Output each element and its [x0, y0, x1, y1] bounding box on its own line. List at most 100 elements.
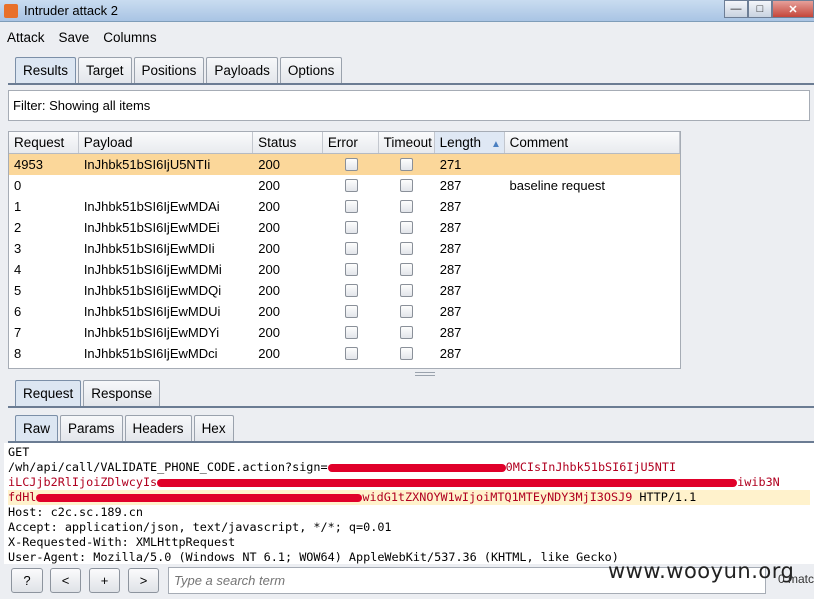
table-row[interactable]: 3 InJhbk51bSI6IjEwMDIi 200 287 — [9, 238, 680, 259]
add-button[interactable]: + — [89, 568, 120, 593]
tab-request[interactable]: Request — [15, 380, 82, 406]
burp-app-icon — [4, 4, 18, 18]
column-payload[interactable]: Payload — [79, 132, 254, 153]
checkbox-icon — [400, 179, 414, 192]
tab-response[interactable]: Response — [83, 380, 161, 406]
checkbox-icon — [400, 242, 414, 255]
next-match-button[interactable]: > — [128, 568, 159, 593]
cell-request: 4 — [14, 262, 22, 277]
sort-ascending-icon: ▲ — [490, 139, 501, 150]
cell-timeout — [379, 196, 435, 217]
cell-timeout — [379, 259, 435, 280]
column-timeout[interactable]: Timeout — [379, 132, 435, 153]
tab-payloads[interactable]: Payloads — [206, 57, 278, 83]
tab-hex[interactable]: Hex — [193, 415, 234, 441]
table-row[interactable]: 0 200 287 baseline request — [9, 175, 680, 196]
cell-status: 200 — [258, 199, 280, 214]
cell-timeout — [379, 301, 435, 322]
help-button[interactable]: ? — [11, 568, 43, 593]
cell-request: 8 — [14, 346, 22, 361]
cell-comment — [505, 154, 680, 175]
close-icon[interactable]: ✕ — [772, 0, 814, 18]
cell-length: 287 — [439, 283, 462, 298]
cell-payload: InJhbk51bSI6IjEwMDQi — [83, 283, 222, 298]
menu-columns[interactable]: Columns — [96, 28, 163, 48]
checkbox-icon — [344, 158, 358, 171]
cell-error — [323, 196, 379, 217]
cell-length: 287 — [439, 304, 462, 319]
cell-comment — [505, 280, 680, 301]
cell-length: 287 — [439, 178, 462, 193]
header-accept: Accept: application/json, text/javascrip… — [8, 520, 392, 534]
previous-match-button[interactable]: < — [50, 568, 81, 593]
menu-attack[interactable]: Attack — [0, 28, 52, 48]
split-pane-handle[interactable] — [415, 372, 435, 376]
cell-status: 200 — [258, 178, 280, 193]
cell-request: 4953 — [14, 157, 43, 172]
cell-error — [323, 175, 379, 196]
checkbox-icon — [400, 326, 414, 339]
tab-params[interactable]: Params — [60, 415, 123, 441]
table-row[interactable]: 4 InJhbk51bSI6IjEwMDMi 200 287 — [9, 259, 680, 280]
menu-save[interactable]: Save — [52, 28, 97, 48]
tab-options[interactable]: Options — [279, 57, 343, 83]
redaction-mark — [36, 493, 363, 502]
maximize-icon[interactable]: □ — [748, 0, 772, 18]
cell-request: 6 — [14, 304, 22, 319]
table-row[interactable]: 1 InJhbk51bSI6IjEwMDAi 200 287 — [9, 196, 680, 217]
cell-status: 200 — [258, 325, 280, 340]
column-comment[interactable]: Comment — [505, 132, 680, 153]
checkbox-icon — [344, 284, 358, 297]
cell-comment — [505, 322, 680, 343]
tab-raw[interactable]: Raw — [15, 415, 59, 441]
results-table: Request Payload Status Error Timeout Len… — [8, 131, 681, 369]
cell-request: 5 — [14, 283, 22, 298]
minimize-icon[interactable]: — — [724, 0, 748, 18]
cell-request: 1 — [14, 199, 22, 214]
cell-status: 200 — [258, 241, 280, 256]
tab-headers[interactable]: Headers — [124, 415, 192, 441]
view-tab-strip: Raw Params Headers Hex — [15, 415, 236, 441]
request-url-line-cont: iLCJjb2RlIjoiZDlwcyIs iwib3N — [8, 475, 810, 490]
cell-comment — [505, 238, 680, 259]
table-row[interactable]: 5 InJhbk51bSI6IjEwMDQi 200 287 — [9, 280, 680, 301]
cell-length: 287 — [439, 346, 462, 361]
table-row[interactable]: 7 InJhbk51bSI6IjEwMDYi 200 287 — [9, 322, 680, 343]
tab-positions[interactable]: Positions — [133, 57, 205, 83]
column-length[interactable]: Length ▲ — [434, 132, 505, 153]
request-url-line-end: fdHl widG1tZXNOYW1wIjoiMTQ1MTEyNDY3MjI3OS… — [8, 490, 810, 505]
column-error[interactable]: Error — [323, 132, 379, 153]
checkbox-icon — [400, 284, 414, 297]
cell-error — [323, 301, 379, 322]
cell-timeout — [379, 217, 435, 238]
cell-payload: InJhbk51bSI6IjEwMDAi — [83, 199, 220, 214]
table-row[interactable]: 6 InJhbk51bSI6IjEwMDUi 200 287 — [9, 301, 680, 322]
main-tab-strip: Results Target Positions Payloads Option… — [15, 57, 344, 83]
checkbox-icon — [344, 179, 358, 192]
cell-length: 271 — [439, 157, 462, 172]
cell-status: 200 — [258, 304, 280, 319]
column-status[interactable]: Status — [253, 132, 323, 153]
menu-bar: Attack Save Columns — [0, 28, 164, 48]
cell-payload: InJhbk51bSI6IjEwMDIi — [83, 241, 215, 256]
table-row[interactable]: 2 InJhbk51bSI6IjEwMDEi 200 287 — [9, 217, 680, 238]
cell-error — [323, 280, 379, 301]
filter-bar[interactable]: Filter: Showing all items — [8, 90, 810, 121]
raw-request-editor[interactable]: GET /wh/api/call/VALIDATE_PHONE_CODE.act… — [4, 443, 814, 564]
cell-error — [323, 343, 379, 364]
tab-results[interactable]: Results — [15, 57, 77, 83]
cell-comment — [505, 259, 680, 280]
cell-timeout — [379, 343, 435, 364]
cell-timeout — [379, 238, 435, 259]
checkbox-icon — [400, 221, 414, 234]
cell-status: 200 — [258, 346, 280, 361]
window-title: Intruder attack 2 — [24, 3, 118, 18]
cell-error — [323, 322, 379, 343]
table-row[interactable]: 8 InJhbk51bSI6IjEwMDci 200 287 — [9, 343, 680, 364]
cell-length: 287 — [439, 241, 462, 256]
tab-target[interactable]: Target — [78, 57, 132, 83]
column-request[interactable]: Request — [9, 132, 79, 153]
table-body: 4953 InJhbk51bSI6IjU5NTIi 200 271 0 200 287 bas… — [9, 154, 680, 364]
table-row[interactable]: 4953 InJhbk51bSI6IjU5NTIi 200 271 — [9, 154, 680, 175]
watermark-text: www.wooyun.org — [608, 559, 795, 583]
